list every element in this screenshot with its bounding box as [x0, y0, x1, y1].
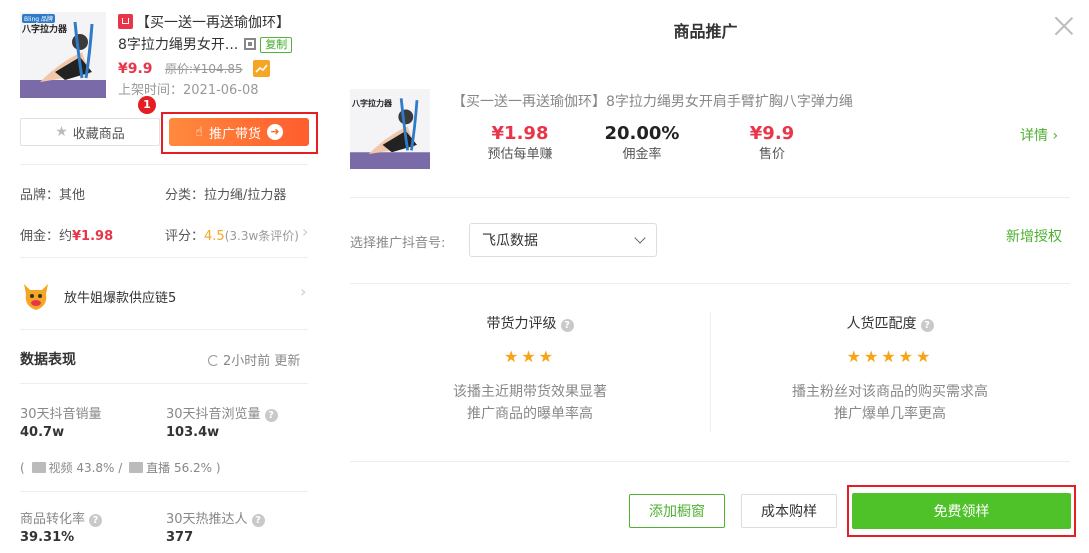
- divider: [20, 329, 308, 330]
- chevron-right-icon: ›: [1048, 128, 1059, 144]
- chevron-right-icon[interactable]: ›: [300, 282, 306, 301]
- match-column: 人货匹配度? ★★★★★ 播主粉丝对该商品的购买需求高 推广爆单几率更高: [710, 313, 1070, 425]
- product-title[interactable]: 【买一送一再送瑜伽环】: [118, 12, 318, 34]
- match-stars: ★★★★★: [846, 347, 934, 366]
- promote-highlight-box: ☝ 推广带货 ➜: [161, 112, 318, 154]
- divider: [350, 461, 1070, 462]
- refresh-icon: [208, 355, 219, 366]
- chevron-right-icon: ›: [302, 222, 309, 241]
- brand-info: 品牌：其他: [20, 188, 86, 203]
- help-icon[interactable]: ?: [560, 319, 574, 332]
- stat-label: 30天抖音浏览量?: [166, 403, 278, 422]
- commission-info: 佣金：约¥1.98: [20, 229, 114, 244]
- sales-power-title: 带货力评级?: [350, 313, 710, 333]
- arrow-right-icon: ➜: [266, 124, 283, 140]
- star-icon: ★: [55, 124, 68, 140]
- stat-value: 40.7w: [20, 425, 65, 440]
- qr-code-icon[interactable]: [244, 38, 257, 50]
- sales-power-stars: ★★★: [503, 347, 557, 366]
- refresh-button[interactable]: 2小时前 更新: [208, 350, 300, 369]
- traffic-split: ( 视频 43.8% / 直播 56.2% ): [20, 461, 221, 475]
- card-thumb-text: 八字拉力器: [352, 99, 392, 108]
- metric-earn: ¥1.98 预估每单赚: [487, 123, 553, 162]
- stat-label: 商品转化率?: [20, 508, 103, 527]
- sales-power-column: 带货力评级? ★★★ 该播主近期带货效果显著 推广商品的曝单率高: [350, 313, 710, 425]
- help-icon[interactable]: ?: [251, 514, 265, 527]
- stat-label: 30天热推达人?: [166, 508, 265, 527]
- thumb-text: 八字拉力器: [22, 25, 68, 35]
- free-sample-highlight-box: 免费领样: [847, 485, 1076, 537]
- tmall-shop-icon: [118, 14, 133, 29]
- help-icon[interactable]: ?: [89, 514, 103, 527]
- add-to-showcase-button[interactable]: 添加橱窗: [629, 494, 725, 528]
- promote-button[interactable]: ☝ 推广带货 ➜: [169, 118, 309, 146]
- product-price: ¥9.9 原价:¥104.85: [118, 58, 271, 80]
- current-price: ¥9.9: [118, 61, 153, 77]
- stat-value: 39.31%: [20, 530, 75, 545]
- stat-value: 377: [166, 530, 194, 545]
- close-icon[interactable]: [1052, 14, 1076, 38]
- product-title-line2: 8字拉力绳男女开... 复制: [118, 34, 293, 56]
- product-detail-panel: Bling 品牌 八字拉力器 【买一送一再送瑜伽环】 8字拉力绳男女开... 复制…: [0, 0, 322, 553]
- favorite-button[interactable]: ★ 收藏商品: [20, 118, 160, 146]
- step-badge: 1: [138, 96, 156, 114]
- live-icon: [129, 462, 144, 473]
- original-price: 原价:¥104.85: [165, 62, 243, 76]
- stat-value: 103.4w: [166, 425, 220, 440]
- video-icon: [31, 462, 46, 473]
- rating-info[interactable]: 评分：4.5(3.3w条评价): [165, 225, 299, 244]
- buy-sample-button[interactable]: 成本购样: [741, 494, 837, 528]
- product-thumbnail[interactable]: Bling 品牌 八字拉力器: [20, 12, 106, 98]
- card-title: 【买一送一再送瑜伽环】8字拉力绳男女开肩手臂扩胸八字弹力绳: [452, 94, 853, 110]
- hand-icon: ☝: [195, 124, 203, 140]
- promotion-modal: 商品推广 八字拉力器 【买一送一再送瑜伽环】8字拉力绳男女开肩手臂扩胸八字弹力绳…: [322, 0, 1089, 553]
- card-thumbnail: 八字拉力器: [350, 89, 430, 169]
- price-trend-icon[interactable]: [253, 60, 271, 77]
- data-section-title: 数据表现: [20, 352, 76, 368]
- help-icon[interactable]: ?: [920, 319, 934, 332]
- product-card: 八字拉力器 【买一送一再送瑜伽环】8字拉力绳男女开肩手臂扩胸八字弹力绳 ¥1.9…: [350, 85, 1070, 175]
- add-authorization-link[interactable]: 新增授权: [1006, 226, 1062, 246]
- copy-button[interactable]: 复制: [260, 37, 293, 53]
- help-icon[interactable]: ?: [264, 409, 278, 422]
- divider: [20, 491, 308, 492]
- account-select[interactable]: 飞瓜数据: [469, 223, 657, 257]
- divider: [20, 164, 308, 165]
- divider: [20, 383, 308, 384]
- detail-link[interactable]: 详情 ›: [1020, 125, 1058, 145]
- match-desc: 播主粉丝对该商品的购买需求高 推广爆单几率更高: [792, 384, 988, 422]
- sales-power-desc: 该播主近期带货效果显著 推广商品的曝单率高: [453, 384, 607, 422]
- divider: [20, 257, 308, 258]
- shop-avatar: [24, 284, 48, 310]
- free-sample-button[interactable]: 免费领样: [852, 493, 1071, 529]
- divider: [350, 283, 1070, 284]
- metric-commission-rate: 20.00% 佣金率: [604, 123, 680, 162]
- account-label: 选择推广抖音号:: [350, 236, 446, 251]
- shop-name[interactable]: 放牛姐爆款供应链5: [64, 287, 176, 306]
- stat-label: 30天抖音销量: [20, 407, 102, 422]
- match-title: 人货匹配度?: [710, 313, 1070, 333]
- divider: [350, 197, 1070, 198]
- category-info: 分类：拉力绳/拉力器: [165, 188, 287, 203]
- metric-price: ¥9.9 售价: [749, 123, 795, 162]
- modal-title: 商品推广: [673, 22, 738, 41]
- chevron-down-icon: [634, 232, 646, 244]
